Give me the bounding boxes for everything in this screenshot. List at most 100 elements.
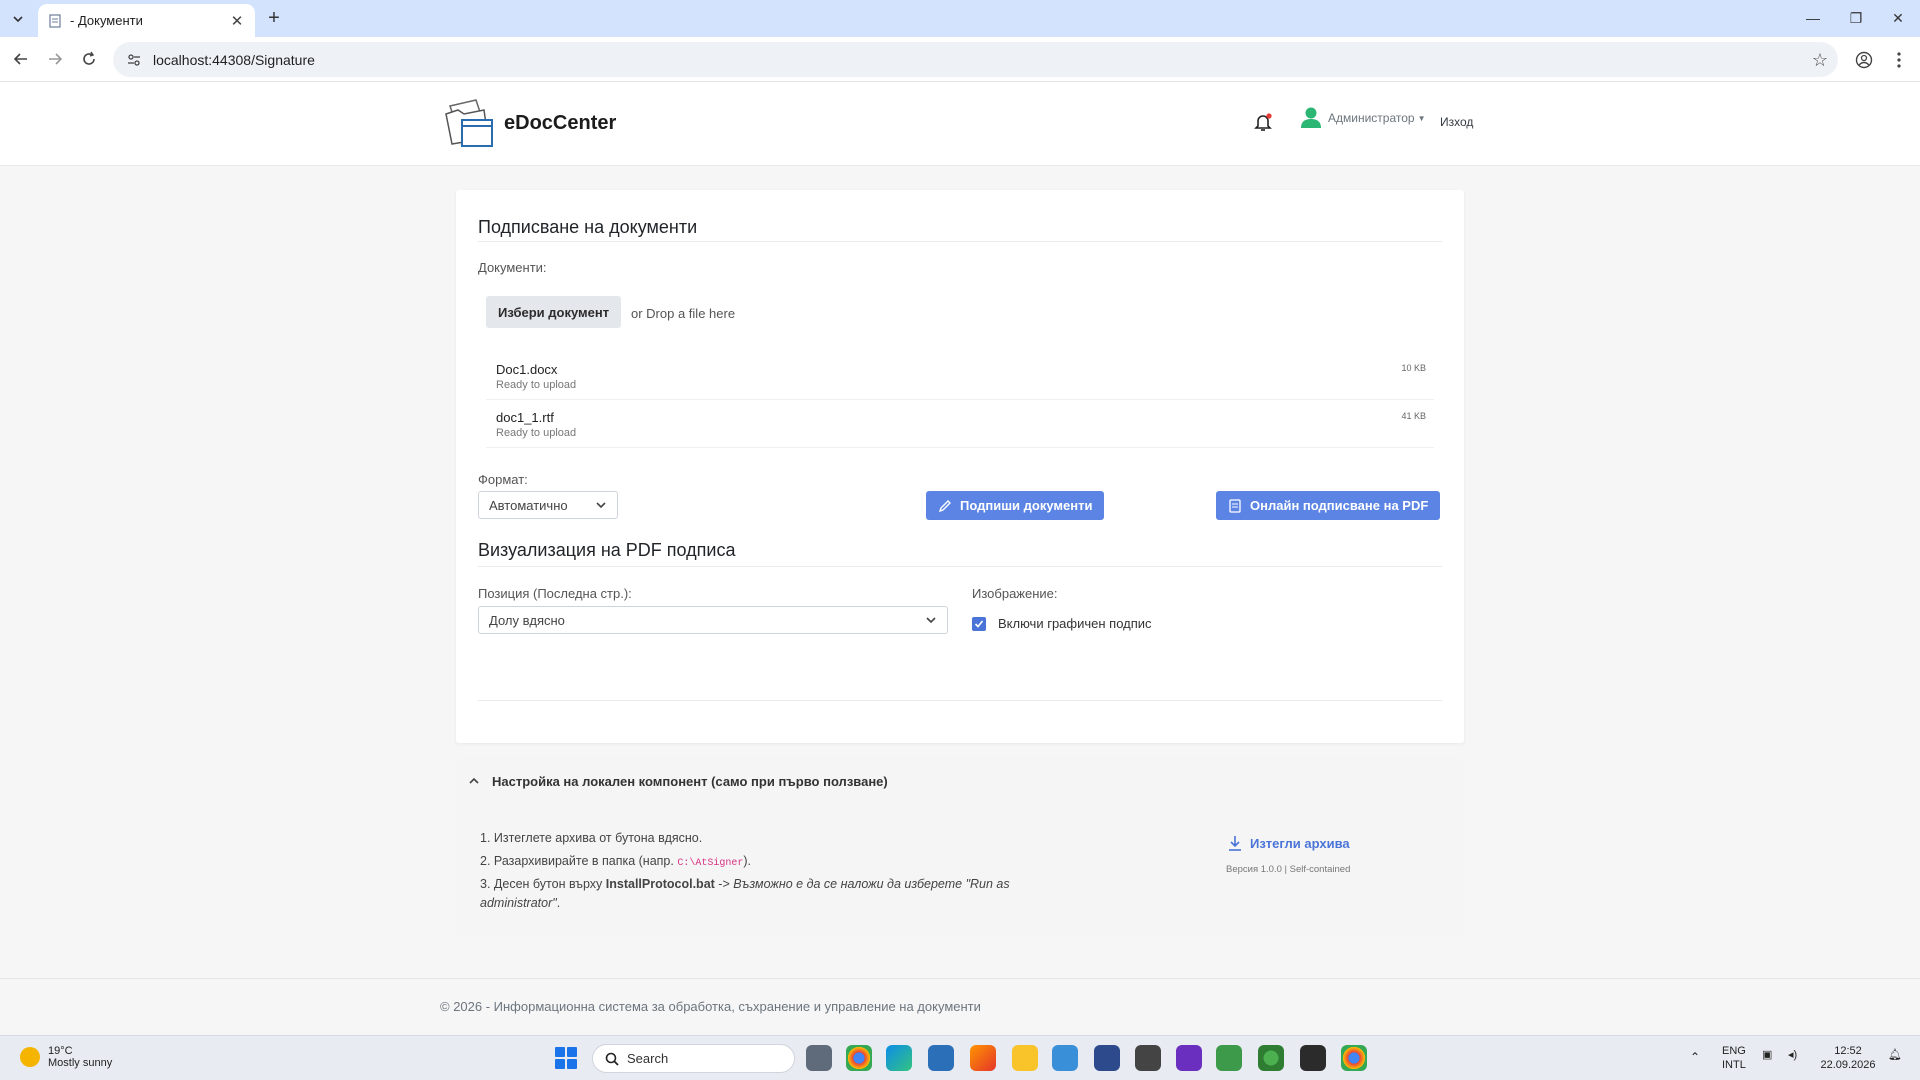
user-menu[interactable]: Администратор ▼ [1300,106,1426,130]
file-row: Doc1.docx Ready to upload 10 KB [486,354,1434,400]
search-icon [605,1052,619,1066]
download-icon [1229,836,1241,851]
online-pdf-sign-button[interactable]: Онлайн подписване на PDF [1216,491,1441,520]
task-view-icon[interactable] [806,1045,832,1071]
forward-button[interactable] [42,46,68,72]
clock[interactable]: 12:52 22.09.2026 [1820,1044,1876,1072]
card-title: Подписване на документи [478,217,698,237]
download-archive-link[interactable]: Изтегли архива [1228,835,1350,851]
step-1: 1. Изтеглете архива от бутона вдясно. [480,831,703,845]
chrome-active-icon[interactable] [1341,1045,1367,1071]
step-2: 2. Разархивирайте в папка (напр. C:\AtSi… [480,852,1080,873]
step-3-arrow: -> [714,877,734,891]
include-graphic-label[interactable]: Включи графичен подпис [998,616,1152,631]
site-settings-icon[interactable] [127,53,141,67]
terminal-icon[interactable] [1300,1045,1326,1071]
edge-icon[interactable] [886,1045,912,1071]
network-icon[interactable]: ▣ [1762,1048,1772,1062]
logout-link[interactable]: Изход [1440,115,1473,129]
browser-menu-button[interactable] [1886,47,1912,73]
check-icon [974,620,984,628]
install-file-name: InstallProtocol.bat [605,877,715,891]
chevron-up-icon[interactable]: ⌃ [1690,1050,1700,1064]
folder-logo-icon [445,99,493,147]
file-row: doc1_1.rtf Ready to upload 41 KB [486,402,1434,448]
close-window-button[interactable]: ✕ [1878,6,1918,30]
chrome-profile-icon[interactable] [1258,1045,1284,1071]
user-name: Администратор [1328,111,1415,125]
step-3: 3. Десен бутон върху InstallProtocol.bat… [480,875,1080,913]
lang-secondary: INTL [1722,1059,1746,1071]
format-select[interactable]: Автоматично [478,491,618,519]
drop-zone-text[interactable]: or Drop a file here [631,306,735,321]
windows-logo-icon [555,1047,565,1057]
setup-title[interactable]: Настройка на локален компонент (само при… [492,774,888,789]
step-3-text: 3. Десен бутон върху [480,877,606,891]
browser-tab[interactable]: - Документи ✕ [38,4,255,37]
online-pdf-sign-label: Онлайн подписване на PDF [1250,498,1429,513]
temperature: 19°C [48,1045,73,1057]
weather-widget[interactable]: 19°C Mostly sunny [20,1045,112,1069]
logo-text: eDocCenter [504,111,617,134]
taskbar: 19°C Mostly sunny Search ⌃ ENG INTL ▣ ◂)… [0,1035,1920,1080]
visual-studio-icon[interactable] [1176,1045,1202,1071]
file-size: 41 KB [1401,411,1426,421]
volume-icon[interactable]: ◂) [1788,1048,1797,1062]
lang-primary: ENG [1722,1045,1746,1057]
date: 22.09.2026 [1820,1059,1876,1071]
file-status: Ready to upload [496,379,577,391]
tab-close-icon[interactable]: ✕ [229,12,245,30]
tab-search-button[interactable] [6,7,30,31]
search-placeholder: Search [627,1051,669,1066]
app-icon[interactable] [1094,1045,1120,1071]
chevron-down-icon [926,617,936,624]
choose-document-button[interactable]: Избери документ [486,296,622,328]
restore-button[interactable]: ❐ [1836,6,1876,30]
chrome-icon[interactable] [846,1045,872,1071]
format-label: Формат: [478,472,528,487]
windows-logo-icon [567,1047,577,1057]
format-select-value: Автоматично [489,497,568,513]
language-indicator[interactable]: ENG INTL [1722,1044,1746,1072]
divider [478,700,1442,701]
minimize-button[interactable]: — [1793,6,1833,30]
bookmark-star-icon[interactable]: ☆ [1812,50,1828,71]
page: eDocCenter Администратор ▼ Изход Подписв… [0,82,1920,1035]
back-button[interactable] [8,46,34,72]
weather-text: Mostly sunny [48,1057,113,1069]
globe-icon[interactable] [1052,1045,1078,1071]
position-select[interactable]: Долу вдясно [478,606,948,634]
browser-toolbar: localhost:44308/Signature ☆ [0,37,1920,82]
file-name: doc1_1.rtf [496,410,554,425]
app-icon[interactable] [1216,1045,1242,1071]
notification-bell-icon[interactable]: 🔔︎ [1888,1048,1902,1062]
footer-divider [0,978,1920,979]
url-text: localhost:44308/Signature [153,51,315,68]
notifications-button[interactable] [1254,112,1272,137]
file-explorer-icon[interactable] [1012,1045,1038,1071]
chevron-up-icon[interactable] [468,776,480,786]
profile-button[interactable] [1851,47,1877,73]
taskbar-search[interactable]: Search [592,1044,795,1073]
sign-documents-label: Подпиши документи [960,498,1093,513]
tab-title: - Документи [70,13,143,28]
firefox-icon[interactable] [970,1045,996,1071]
app-icon[interactable] [1135,1045,1161,1071]
arrow-left-icon [13,53,27,65]
windows-logo-icon [555,1059,565,1069]
documents-label: Документи: [478,260,547,275]
logo[interactable]: eDocCenter [442,96,616,150]
new-tab-button[interactable]: + [263,8,285,30]
photos-icon[interactable] [928,1045,954,1071]
chevron-down-icon [596,502,606,509]
include-graphic-checkbox[interactable] [972,617,986,631]
reload-button[interactable] [76,46,102,72]
step-3-end: . [556,896,561,910]
profile-icon [1855,51,1873,69]
reload-icon [83,51,95,65]
sign-documents-button[interactable]: Подпиши документи [926,491,1105,520]
address-bar[interactable]: localhost:44308/Signature ☆ [113,42,1838,77]
setup-panel: Настройка на локален компонент (само при… [456,758,1464,936]
start-button[interactable] [555,1047,577,1069]
step-2-text: 2. Разархивирайте в папка (напр. [480,854,678,868]
